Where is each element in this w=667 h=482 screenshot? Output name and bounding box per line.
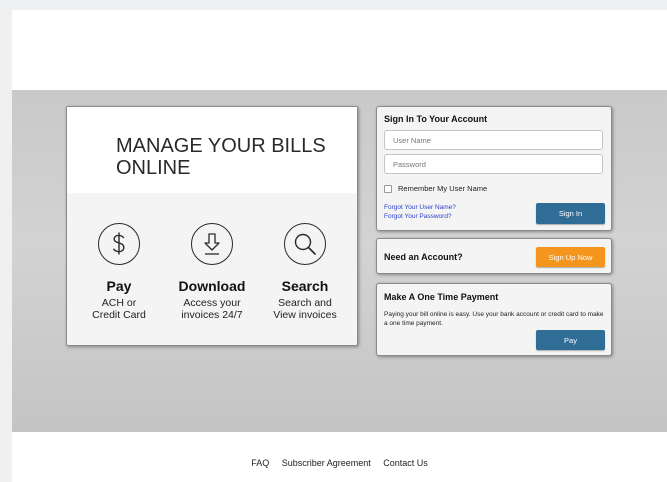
promo-title: MANAGE YOUR BILLS ONLINE [116, 135, 326, 179]
promo-panel: MANAGE YOUR BILLS ONLINE Pay ACH or Cred… [66, 106, 358, 346]
password-input[interactable] [384, 154, 603, 174]
signin-title: Sign In To Your Account [384, 114, 488, 124]
feature-desc: Access your invoices 24/7 [181, 297, 243, 321]
sign-up-button[interactable]: Sign Up Now [536, 247, 605, 267]
remember-label: Remember My User Name [398, 184, 488, 193]
dollar-icon [98, 223, 140, 265]
remember-checkbox[interactable] [384, 184, 392, 193]
feature-download: Download Access your invoices 24/7 [164, 223, 260, 321]
feature-desc: Search and View invoices [273, 297, 337, 321]
sign-in-button[interactable]: Sign In [536, 203, 605, 224]
forgot-password-link[interactable]: Forgot Your Password? [384, 213, 452, 220]
footer-link-subscriber-agreement[interactable]: Subscriber Agreement [282, 458, 371, 468]
feature-pay: Pay ACH or Credit Card [71, 223, 167, 321]
footer-link-faq[interactable]: FAQ [251, 458, 269, 468]
one-time-payment-card: Make A One Time Payment Paying your bill… [376, 283, 612, 356]
forgot-username-link[interactable]: Forgot Your User Name? [384, 204, 456, 211]
promo-header: MANAGE YOUR BILLS ONLINE [67, 107, 357, 193]
feature-title: Download [178, 278, 246, 294]
signup-title: Need an Account? [384, 252, 463, 262]
username-input[interactable] [384, 130, 603, 150]
page: MANAGE YOUR BILLS ONLINE Pay ACH or Cred… [12, 10, 667, 482]
feature-title: Pay [106, 278, 132, 294]
feature-title: Search [281, 278, 329, 294]
footer-link-contact-us[interactable]: Contact Us [383, 458, 428, 468]
footer: FAQ Subscriber Agreement Contact Us [12, 458, 667, 468]
pay-button[interactable]: Pay [536, 330, 605, 350]
feature-desc: ACH or Credit Card [92, 297, 146, 321]
remember-username[interactable]: Remember My User Name [384, 184, 487, 193]
search-icon [284, 223, 326, 265]
signin-card: Sign In To Your Account Remember My User… [376, 106, 612, 231]
one-time-payment-desc: Paying your bill online is easy. Use you… [384, 311, 604, 327]
feature-search: Search Search and View invoices [257, 223, 353, 321]
signup-card: Need an Account? Sign Up Now [376, 238, 612, 274]
one-time-payment-title: Make A One Time Payment [384, 292, 499, 302]
download-icon [191, 223, 233, 265]
